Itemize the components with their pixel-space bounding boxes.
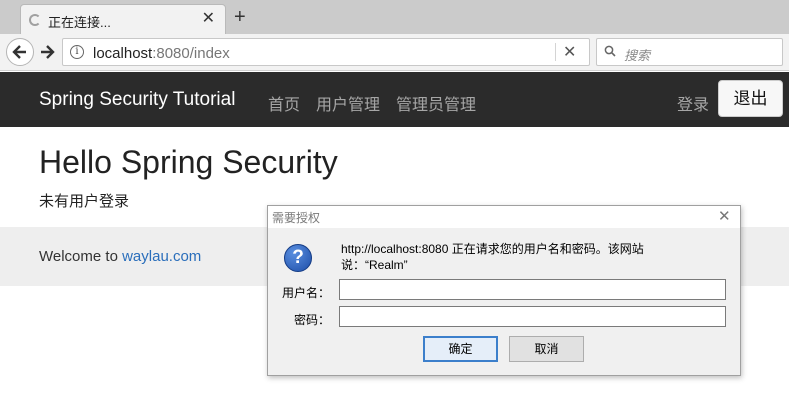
url-host: localhost (93, 45, 153, 62)
search-bar[interactable]: 搜索 (596, 38, 783, 66)
login-status-text: 未有用户登录 (39, 193, 130, 210)
welcome-text: Welcome to waylau.com (39, 248, 201, 265)
dialog-close-icon[interactable]: ✕ (718, 207, 731, 225)
username-field[interactable] (339, 279, 726, 300)
page-heading: Hello Spring Security (39, 144, 338, 180)
nav-link-home[interactable]: 首页 (268, 91, 300, 115)
dialog-message: http://localhost:8080 正在请求您的用户名和密码。该网站说：… (341, 242, 644, 272)
search-placeholder: 搜索 (624, 48, 651, 63)
dialog-titlebar[interactable]: 需要授权 ✕ (268, 206, 740, 228)
password-label: 密码： (294, 313, 331, 327)
question-icon: ? (284, 244, 312, 272)
nav-login-link[interactable]: 登录 (677, 91, 709, 115)
ok-button[interactable]: 确定 (423, 336, 498, 362)
welcome-prefix: Welcome to (39, 248, 123, 265)
browser-tab[interactable]: 正在连接... ✕ (20, 4, 226, 34)
cancel-button[interactable]: 取消 (509, 336, 584, 362)
welcome-link[interactable]: waylau.com (122, 248, 201, 265)
info-icon[interactable]: i (70, 45, 84, 59)
dialog-title: 需要授权 (272, 211, 321, 225)
address-bar[interactable]: i localhost:8080/index ✕ (62, 38, 590, 66)
search-icon (604, 45, 616, 57)
tab-strip: 正在连接... ✕ + (0, 0, 789, 34)
stop-loading-icon[interactable]: ✕ (563, 42, 576, 62)
navbar-brand[interactable]: Spring Security Tutorial (39, 89, 235, 111)
site-navbar: Spring Security Tutorial 首页 用户管理 管理员管理 登… (0, 72, 789, 127)
browser-toolbar: i localhost:8080/index ✕ 搜索 (0, 34, 789, 71)
arrow-right-icon (41, 45, 55, 59)
nav-link-users[interactable]: 用户管理 (316, 91, 380, 115)
password-field[interactable] (339, 306, 726, 327)
new-tab-button[interactable]: + (234, 6, 246, 28)
forward-button[interactable] (36, 40, 60, 64)
tab-title: 正在连接... (48, 15, 111, 30)
auth-dialog: 需要授权 ✕ ? http://localhost:8080 正在请求您的用户名… (267, 205, 741, 376)
logout-button[interactable]: 退出 (718, 80, 783, 117)
nav-link-admins[interactable]: 管理员管理 (396, 91, 476, 115)
username-label: 用户名： (282, 286, 331, 300)
url-text[interactable]: localhost:8080/index (93, 45, 230, 62)
back-button[interactable] (6, 38, 34, 66)
browser-window: 正在连接... ✕ + i localhost:8080/index ✕ 搜索 … (0, 0, 789, 402)
url-path: :8080/index (152, 45, 230, 62)
loading-spinner-icon (29, 14, 41, 26)
url-separator (555, 43, 556, 61)
tab-close-icon[interactable]: ✕ (202, 10, 215, 28)
arrow-left-icon (12, 45, 26, 59)
